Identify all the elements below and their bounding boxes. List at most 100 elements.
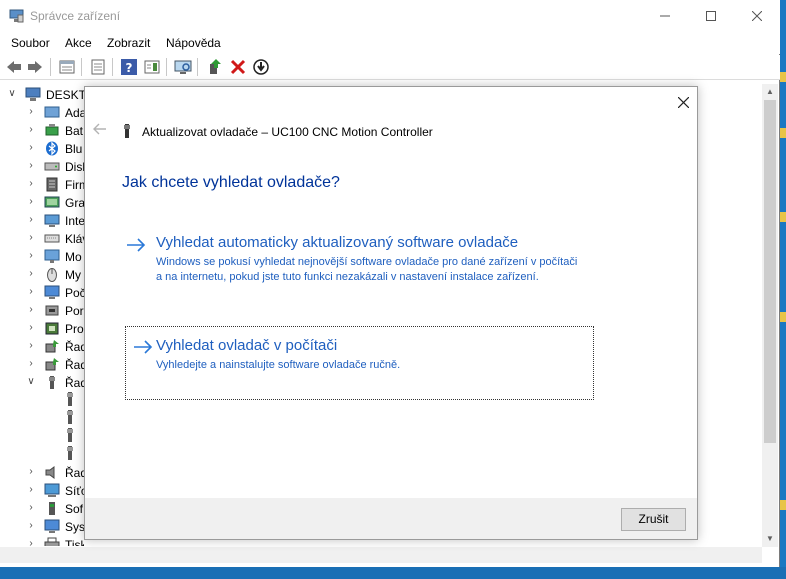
chevron-right-icon[interactable]: › — [26, 358, 36, 369]
toolbar-separator — [197, 58, 198, 76]
chevron-right-icon[interactable]: › — [26, 196, 36, 207]
tree-item[interactable]: › Inte — [0, 212, 84, 230]
usb-device-icon — [67, 428, 73, 442]
minimize-button[interactable] — [642, 0, 688, 32]
arrow-right-icon — [134, 340, 153, 354]
tree-item[interactable]: › Řad — [0, 464, 84, 482]
tree-item[interactable]: › Řad — [0, 356, 84, 374]
print-queue-icon — [44, 537, 60, 546]
chevron-right-icon[interactable]: › — [26, 142, 36, 153]
browse-computer-option[interactable]: Vyhledat ovladač v počítači Vyhledejte a… — [125, 326, 594, 400]
back-arrow-icon[interactable] — [5, 58, 23, 76]
dialog-question: Jak chcete vyhledat ovladače? — [122, 174, 340, 191]
close-icon — [677, 96, 689, 109]
search-automatically-option[interactable]: Vyhledat automaticky aktualizovaný softw… — [125, 234, 593, 298]
option-title: Vyhledat automaticky aktualizovaný softw… — [156, 234, 519, 251]
option-description: Vyhledejte a nainstalujte software ovlad… — [156, 359, 401, 371]
help-icon[interactable]: ? — [120, 58, 138, 76]
tree-item[interactable]: › Blu — [0, 140, 84, 158]
tree-item[interactable]: › Kláv — [0, 230, 84, 248]
chevron-right-icon[interactable]: › — [26, 520, 36, 531]
chevron-right-icon[interactable]: › — [26, 124, 36, 135]
desktop-marker — [780, 128, 786, 138]
menu-soubor[interactable]: Soubor — [11, 36, 50, 50]
menu-napoveda[interactable]: Nápověda — [166, 36, 221, 50]
chevron-down-icon[interactable]: ∨ — [26, 376, 36, 387]
tree-item[interactable]: › Bat — [0, 122, 84, 140]
minimize-icon — [660, 15, 670, 17]
display-adapter-icon — [44, 106, 60, 118]
tree-item-label: Síťo — [65, 484, 84, 498]
chevron-right-icon[interactable]: › — [26, 502, 36, 513]
chevron-right-icon[interactable]: › — [26, 250, 36, 261]
horizontal-scrollbar[interactable] — [0, 547, 762, 563]
chevron-right-icon[interactable]: › — [26, 286, 36, 297]
tree-item[interactable]: ∨ Řad — [0, 374, 84, 392]
vertical-scrollbar[interactable]: ▲ ▼ — [762, 84, 778, 547]
chevron-right-icon[interactable]: › — [26, 484, 36, 495]
chevron-right-icon[interactable]: › — [26, 322, 36, 333]
tree-root[interactable]: ∨ DESKTO — [0, 86, 84, 104]
toolbar-separator — [81, 58, 82, 76]
arrow-right-icon — [127, 238, 146, 252]
tree-item[interactable]: › Síťo — [0, 482, 84, 500]
chevron-right-icon[interactable]: › — [26, 466, 36, 477]
tree-item[interactable]: › Pro — [0, 320, 84, 338]
tree-item[interactable]: › Sof — [0, 500, 84, 518]
tree-item[interactable]: › Ada — [0, 104, 84, 122]
toolbar-separator — [50, 58, 51, 76]
computer-icon — [44, 285, 60, 299]
chevron-right-icon[interactable]: › — [26, 160, 36, 171]
action-pane-icon[interactable] — [143, 58, 161, 76]
tree-item-label: Por — [65, 304, 84, 318]
chevron-right-icon[interactable]: › — [26, 304, 36, 315]
chevron-right-icon[interactable]: › — [26, 214, 36, 225]
tree-item-label: Disk — [65, 160, 84, 174]
chevron-right-icon[interactable]: › — [26, 340, 36, 351]
tree-item[interactable]: › Sys — [0, 518, 84, 536]
tree-item-label: Gra — [65, 196, 84, 210]
dialog-close-button[interactable] — [673, 94, 693, 114]
close-button[interactable] — [734, 0, 780, 32]
update-driver-dialog: Aktualizovat ovladače – UC100 CNC Motion… — [84, 86, 698, 540]
menu-zobrazit[interactable]: Zobrazit — [107, 36, 150, 50]
uninstall-icon[interactable] — [229, 58, 247, 76]
properties-icon[interactable] — [58, 58, 76, 76]
tree-item-label: Poč — [65, 286, 84, 300]
desktop-marker — [780, 312, 786, 322]
tree-item[interactable]: › Mo — [0, 248, 84, 266]
cancel-button[interactable]: Zrušit — [621, 508, 686, 531]
chevron-down-icon[interactable]: ∨ — [7, 88, 17, 99]
title-bar[interactable]: Správce zařízení — [0, 0, 780, 32]
chevron-right-icon[interactable]: › — [26, 538, 36, 546]
forward-arrow-icon[interactable] — [26, 58, 44, 76]
menu-akce[interactable]: Akce — [65, 36, 92, 50]
tree-item[interactable]: › Poč — [0, 284, 84, 302]
tree-item-label: Sof — [65, 502, 84, 516]
desktop-marker — [780, 72, 786, 82]
tree-item[interactable]: › Disk — [0, 158, 84, 176]
tree-item[interactable]: › Gra — [0, 194, 84, 212]
scroll-up-icon[interactable]: ▲ — [762, 84, 778, 100]
tree-item[interactable]: › Firm — [0, 176, 84, 194]
chevron-right-icon[interactable]: › — [26, 106, 36, 117]
list-view-icon[interactable] — [89, 58, 107, 76]
scan-hardware-icon[interactable] — [174, 58, 192, 76]
chevron-right-icon[interactable]: › — [26, 178, 36, 189]
back-arrow-icon[interactable] — [93, 123, 107, 135]
processor-icon — [45, 322, 59, 335]
maximize-button[interactable] — [688, 0, 734, 32]
tree-item[interactable]: › My — [0, 266, 84, 284]
tree-item-label: Tiskové fronty — [65, 538, 84, 546]
update-driver-icon[interactable] — [206, 58, 224, 76]
tree-item[interactable]: › Por — [0, 302, 84, 320]
tree-item[interactable]: › Řad — [0, 338, 84, 356]
scroll-thumb[interactable] — [764, 100, 776, 443]
tree-item[interactable]: › Tiskové fronty — [0, 536, 84, 546]
port-icon — [45, 305, 59, 316]
scroll-down-icon[interactable]: ▼ — [762, 531, 778, 547]
chevron-right-icon[interactable]: › — [26, 232, 36, 243]
chevron-right-icon[interactable]: › — [26, 268, 36, 279]
sound-icon — [45, 466, 55, 479]
disable-device-icon[interactable] — [252, 58, 270, 76]
